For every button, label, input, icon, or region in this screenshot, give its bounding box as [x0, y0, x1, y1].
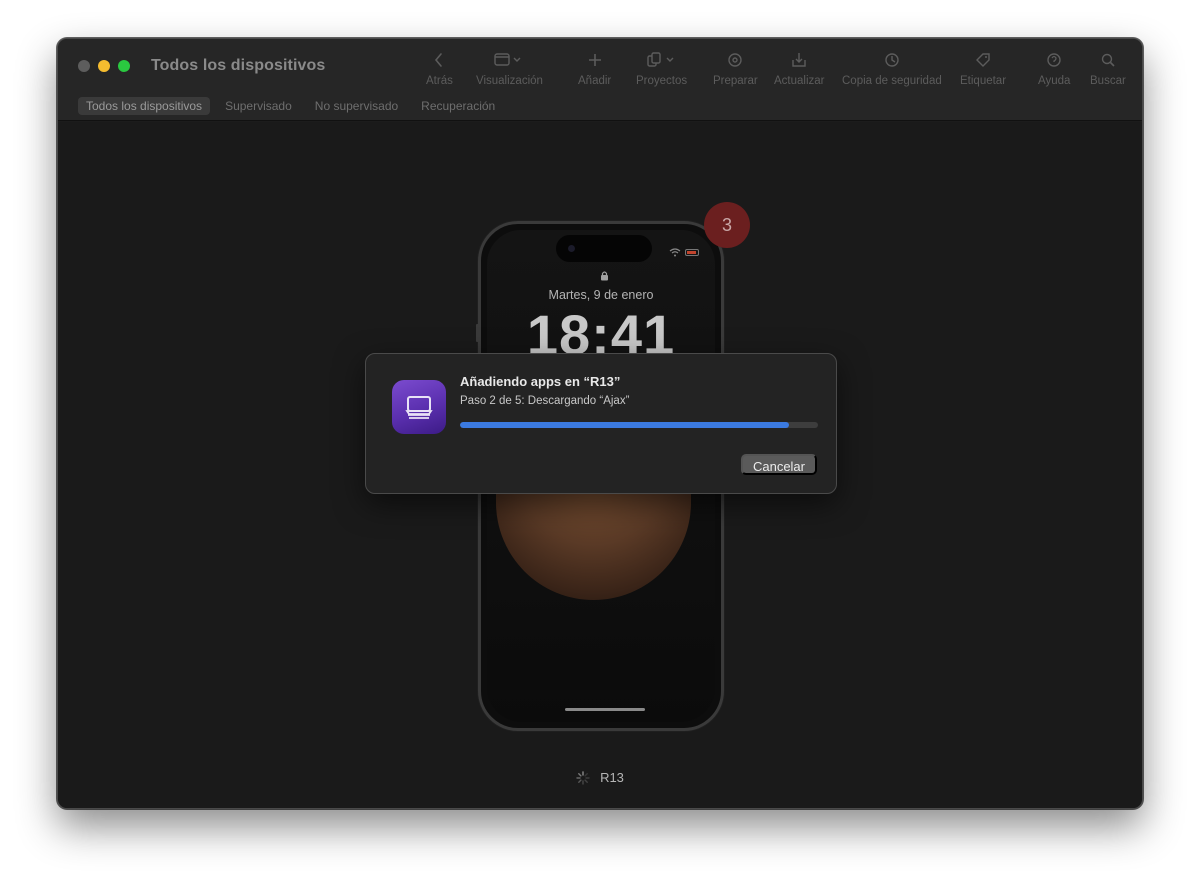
- backup-icon: [885, 53, 899, 67]
- plus-icon: [588, 54, 601, 66]
- progress-bar: [460, 422, 818, 428]
- window-title: Todos los dispositivos: [151, 57, 326, 74]
- scope-all-devices[interactable]: Todos los dispositivos: [78, 97, 211, 115]
- progress-bar-fill: [460, 422, 790, 428]
- toolbar-blueprints-button[interactable]: Proyectos: [636, 51, 687, 87]
- scope-bar: Todos los dispositivos Supervisado No su…: [78, 97, 510, 115]
- battery-icon: [685, 249, 699, 256]
- home-indicator: [565, 708, 645, 711]
- scope-recovery[interactable]: Recuperación: [413, 97, 503, 115]
- device-label: R13: [58, 770, 1142, 785]
- toolbar-help-button[interactable]: Ayuda: [1038, 51, 1070, 87]
- dialog-title: Añadiendo apps en “R13”: [460, 374, 621, 389]
- phone-side-button: [476, 324, 479, 342]
- update-count-badge: 3: [704, 202, 750, 248]
- toolbar-back-button[interactable]: Atrás: [426, 51, 453, 87]
- device-content-area: Martes, 9 de enero 18:41 3 Añadiendo app…: [58, 122, 1142, 808]
- toolbar-prepare-label: Preparar: [713, 75, 758, 87]
- update-icon: [792, 53, 806, 67]
- toolbar-prepare-button[interactable]: Preparar: [713, 51, 758, 87]
- blueprint-icon: [646, 52, 674, 67]
- device-name: R13: [600, 770, 624, 785]
- toolbar-update-label: Actualizar: [774, 75, 825, 87]
- tag-icon: [976, 53, 990, 67]
- toolbar-view-button[interactable]: Visualización: [476, 51, 543, 87]
- toolbar-search-label: Buscar: [1090, 75, 1126, 87]
- toolbar-tag-label: Etiquetar: [960, 75, 1007, 87]
- toolbar-back-label: Atrás: [426, 75, 453, 87]
- toolbar-blueprints-label: Proyectos: [636, 75, 688, 87]
- toolbar-backup-button[interactable]: Copia de seguridad: [842, 51, 942, 87]
- search-icon: [1101, 53, 1115, 67]
- titlebar: Todos los dispositivos Atrás Visualizaci…: [58, 39, 1142, 121]
- cancel-button[interactable]: Cancelar: [740, 454, 817, 475]
- toolbar-add-label: Añadir: [578, 75, 612, 87]
- toolbar-tag-button[interactable]: Etiquetar: [960, 51, 1006, 87]
- traffic-lights: [78, 60, 130, 72]
- scope-unsupervised[interactable]: No supervisado: [307, 97, 406, 115]
- toolbar-add-button[interactable]: Añadir: [578, 51, 611, 87]
- wifi-icon: [669, 248, 681, 257]
- spinner-icon: [576, 770, 590, 785]
- toolbar-search-button[interactable]: Buscar: [1090, 51, 1126, 87]
- dialog-status: Paso 2 de 5: Descargando “Ajax”: [460, 395, 630, 407]
- camera-dot: [568, 245, 575, 252]
- gear-icon: [728, 53, 743, 67]
- configurator-app-icon: [392, 380, 446, 434]
- toolbar-view-label: Visualización: [476, 75, 543, 87]
- toolbar-backup-label: Copia de seguridad: [842, 75, 942, 87]
- close-window-button[interactable]: [78, 60, 90, 72]
- dynamic-island: [556, 235, 652, 262]
- lockscreen-date: Martes, 9 de enero: [548, 288, 654, 302]
- chevron-left-icon: [435, 53, 443, 67]
- help-icon: [1047, 53, 1061, 67]
- scope-supervised[interactable]: Supervisado: [217, 97, 300, 115]
- zoom-window-button[interactable]: [118, 60, 130, 72]
- view-icon: [494, 53, 521, 66]
- toolbar-update-button[interactable]: Actualizar: [774, 51, 825, 87]
- app-window: Todos los dispositivos Atrás Visualizaci…: [57, 38, 1143, 809]
- phone-status-icons: [669, 248, 699, 257]
- progress-dialog: Añadiendo apps en “R13” Paso 2 de 5: Des…: [365, 353, 837, 494]
- minimize-window-button[interactable]: [98, 60, 110, 72]
- lock-icon: [601, 271, 608, 281]
- toolbar-help-label: Ayuda: [1038, 75, 1071, 87]
